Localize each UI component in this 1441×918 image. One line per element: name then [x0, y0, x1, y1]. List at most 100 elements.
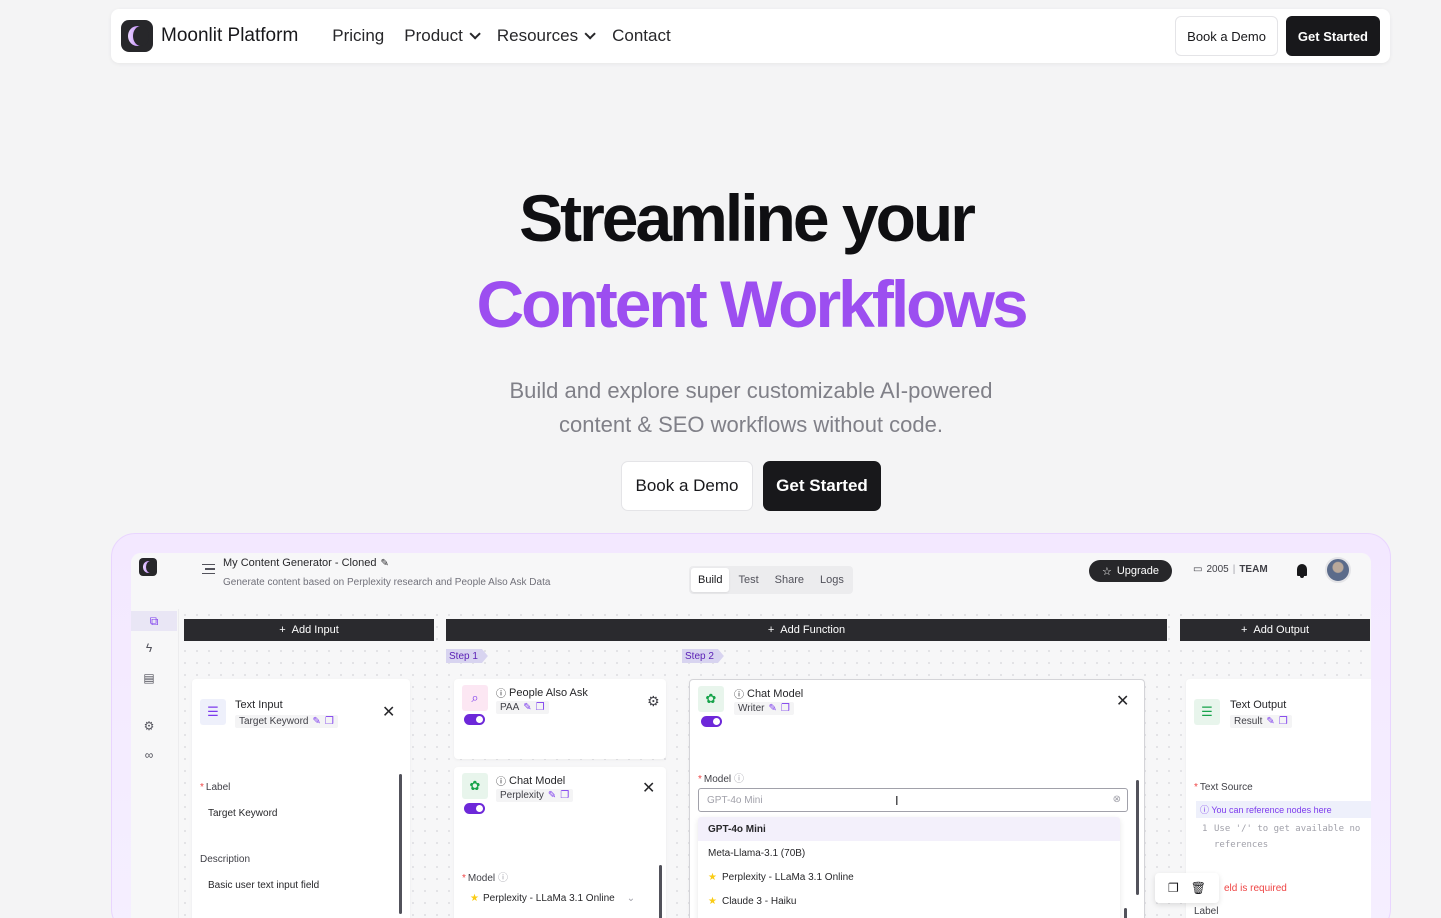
star-icon: ★ — [708, 895, 717, 907]
workflow-canvas[interactable]: + Add Input + Add Function + Add Output Ste… — [179, 609, 1371, 918]
copy-icon[interactable]: ❐ — [560, 790, 569, 801]
node-title-text: Chat Model — [509, 774, 566, 787]
credits-display[interactable]: ▭ 2005 | TEAM — [1193, 564, 1268, 575]
nav-resources[interactable]: Resources — [497, 26, 596, 46]
plan-name: TEAM — [1239, 564, 1268, 575]
node-name[interactable]: Result ✎ ❐ — [1230, 715, 1292, 728]
close-icon[interactable]: ✕ — [382, 705, 395, 721]
model-option[interactable]: GPT-4o Mini — [698, 817, 1120, 841]
scrollbar[interactable] — [1136, 780, 1139, 895]
upgrade-button[interactable]: ☆ Upgrade — [1089, 560, 1172, 582]
copy-icon[interactable]: ❐ — [1168, 881, 1179, 895]
nav-contact[interactable]: Contact — [612, 26, 671, 46]
edit-icon[interactable]: ✎ — [548, 790, 556, 801]
link-icon[interactable]: ∞ — [142, 748, 156, 762]
description-field-value[interactable]: Basic user text input field — [208, 880, 319, 891]
node-name[interactable]: Target Keyword ✎ ❐ — [235, 715, 338, 728]
edit-icon[interactable]: ✎ — [1266, 716, 1274, 727]
dropdown-scrollbar[interactable] — [1124, 908, 1127, 918]
avatar[interactable] — [1325, 557, 1351, 583]
star-icon: ★ — [470, 893, 479, 904]
plus-icon: + — [767, 624, 775, 636]
model-option[interactable]: Meta-Llama-3.1 (70B) — [698, 841, 1120, 865]
brand-name[interactable]: Moonlit Platform — [161, 25, 298, 47]
copy-icon[interactable]: ❐ — [781, 703, 790, 714]
node-title: ⓘ Chat Model — [734, 686, 804, 702]
node-title-text: Chat Model — [747, 687, 804, 700]
nav-product-label: Product — [404, 26, 463, 45]
tab-logs[interactable]: Logs — [813, 568, 851, 592]
project-title: My Content Generator - Cloned ✎ — [223, 557, 389, 569]
nav-pricing[interactable]: Pricing — [332, 26, 384, 46]
reference-hint-text: You can reference nodes here — [1211, 805, 1332, 815]
hero-title-line2: Content Workflows — [476, 267, 1028, 341]
close-icon[interactable]: ✕ — [1116, 694, 1129, 710]
moon-logo-icon[interactable] — [121, 20, 153, 52]
text-input-node[interactable]: ☰ Text Input Target Keyword ✎ ❐ ✕ * Label T… — [192, 679, 410, 918]
add-input-button[interactable]: + Add Input — [184, 619, 434, 641]
chat-model-perplexity-node[interactable]: ✿ ⓘ Chat Model Perplexity ✎ ❐ ✕ * Model ⓘ ★ P… — [454, 767, 666, 918]
edit-icon[interactable]: ✎ — [312, 716, 320, 727]
node-title: Text Output — [1230, 699, 1287, 711]
nav-product[interactable]: Product — [404, 26, 481, 46]
enable-toggle[interactable] — [464, 803, 485, 814]
enable-toggle[interactable] — [464, 714, 485, 725]
chat-model-writer-node[interactable]: ✿ ⓘ Chat Model Writer ✎ ❐ ✕ * Model ⓘ GPT-4o… — [689, 679, 1145, 918]
label-field-value[interactable]: Target Keyword — [208, 808, 277, 819]
nav-book-demo-button[interactable]: Book a Demo — [1175, 16, 1278, 56]
project-description: Generate content based on Perplexity res… — [223, 577, 551, 588]
model-field-label: * Model ⓘ — [698, 774, 744, 785]
gear-icon[interactable]: ⚙ — [142, 719, 156, 733]
hero-get-started-button[interactable]: Get Started — [763, 461, 881, 511]
nav-get-started-button[interactable]: Get Started — [1285, 16, 1380, 56]
gear-icon[interactable]: ⚙ — [647, 693, 660, 710]
text-lines-icon: ☰ — [200, 699, 226, 725]
info-icon: ⓘ — [496, 689, 506, 700]
copy-icon[interactable]: ❐ — [1279, 716, 1288, 727]
tab-test[interactable]: Test — [731, 568, 765, 592]
node-name[interactable]: PAA ✎ ❐ — [496, 701, 549, 714]
model-option[interactable]: ★ Perplexity - LLaMa 3.1 Online — [698, 865, 1120, 889]
hero-book-demo-button[interactable]: Book a Demo — [621, 461, 753, 511]
edit-icon[interactable]: ✎ — [768, 703, 776, 714]
bolt-icon[interactable]: ϟ — [142, 641, 156, 655]
scrollbar[interactable] — [659, 865, 662, 918]
add-output-button[interactable]: + Add Output — [1180, 619, 1370, 641]
nav-contact-label: Contact — [612, 26, 671, 45]
copy-icon[interactable]: ❐ — [325, 716, 334, 727]
label-field-label-text: Label — [205, 782, 231, 793]
model-search-input[interactable]: GPT-4o Mini I ⊗ — [698, 788, 1128, 812]
trash-icon[interactable]: 🗑 — [1191, 881, 1206, 895]
model-option[interactable]: ★ Claude 3 - Haiku — [698, 889, 1120, 913]
model-option-text: Claude 3 - Haiku — [721, 895, 797, 907]
chevron-down-icon — [469, 28, 481, 40]
edit-icon[interactable]: ✎ — [380, 558, 388, 569]
model-select[interactable]: ★ Perplexity - LLaMa 3.1 Online ⌄ — [470, 893, 635, 904]
scrollbar[interactable] — [399, 774, 402, 914]
document-icon[interactable]: ▤ — [142, 671, 156, 685]
code-line-1[interactable]: Use '/' to get available no — [1214, 824, 1360, 834]
flow-icon[interactable]: ⧉ — [131, 611, 177, 631]
app-logo-icon[interactable] — [139, 558, 157, 576]
node-name[interactable]: Perplexity ✎ ❐ — [496, 789, 574, 802]
edit-icon[interactable]: ✎ — [523, 702, 531, 713]
enable-toggle[interactable] — [701, 716, 722, 727]
model-field-label: * Model ⓘ — [462, 873, 508, 884]
add-function-button[interactable]: + Add Function — [446, 619, 1167, 641]
people-also-ask-node[interactable]: ⌕ ⓘ People Also Ask PAA ✎ ❐ ⚙ — [454, 679, 666, 759]
code-line-2[interactable]: references — [1214, 840, 1268, 850]
text-lines-icon: ☰ — [1194, 699, 1220, 725]
menu-icon[interactable] — [202, 564, 215, 574]
top-nav: Moonlit Platform Pricing Product Resourc… — [111, 9, 1390, 63]
hero-subtitle-line2: content & SEO workflows without code. — [559, 412, 943, 437]
copy-icon[interactable]: ❐ — [536, 702, 545, 713]
tab-build[interactable]: Build — [691, 568, 730, 592]
clear-icon[interactable]: ⊗ — [1113, 794, 1121, 805]
credit-card-icon: ▭ — [1193, 564, 1203, 575]
step-1-tag: Step 1 — [446, 649, 488, 663]
tab-share[interactable]: Share — [768, 568, 811, 592]
node-name[interactable]: Writer ✎ ❐ — [734, 702, 794, 715]
close-icon[interactable]: ✕ — [642, 781, 655, 797]
project-title-text: My Content Generator - Cloned — [223, 557, 377, 569]
bell-icon[interactable] — [1297, 564, 1307, 578]
